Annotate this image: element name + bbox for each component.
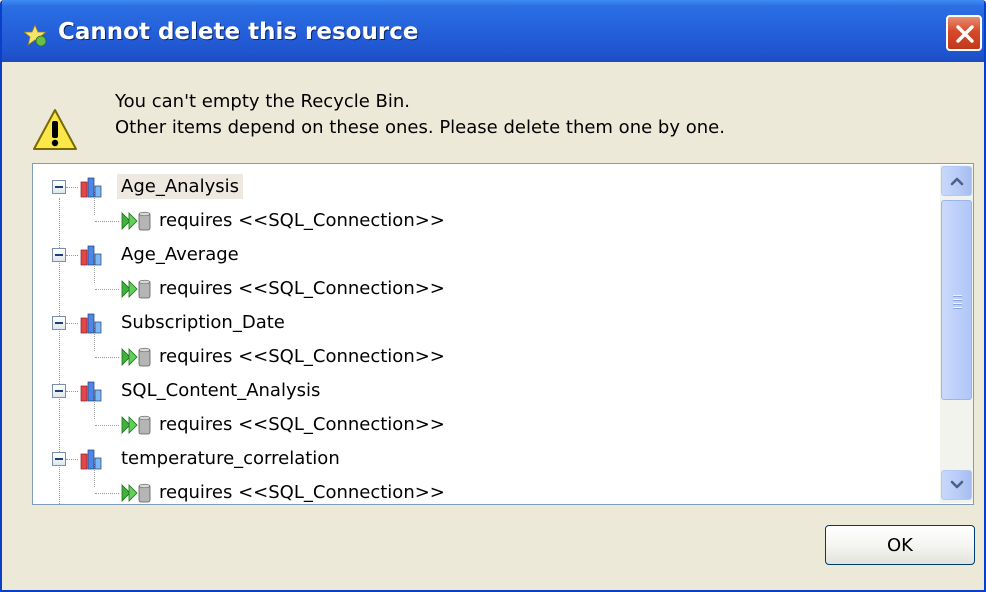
connection-icon	[121, 211, 151, 231]
dialog-window: Cannot delete this resource You can't em…	[0, 0, 986, 592]
ok-button[interactable]: OK	[825, 525, 975, 565]
analysis-chart-icon	[80, 245, 102, 266]
connection-icon	[121, 347, 151, 367]
tree-item[interactable]: Subscription_Date	[33, 306, 938, 340]
vertical-scrollbar[interactable]	[940, 165, 973, 503]
tree-dependency[interactable]: requires <<SQL_Connection>>	[33, 408, 938, 442]
title-bar[interactable]: Cannot delete this resource	[2, 0, 984, 62]
tree-item[interactable]: SQL_Content_Analysis	[33, 374, 938, 408]
tree-item-label: Subscription_Date	[121, 312, 285, 333]
dependency-label: requires <<SQL_Connection>>	[159, 414, 445, 435]
tree-item[interactable]: Age_Analysis	[33, 170, 938, 204]
scroll-thumb[interactable]	[941, 200, 972, 400]
close-icon	[956, 25, 974, 43]
scroll-up-button[interactable]	[941, 166, 972, 196]
tree-item[interactable]: temperature_correlation	[33, 442, 938, 476]
collapse-toggle[interactable]	[52, 248, 66, 262]
connection-icon	[121, 279, 151, 299]
chevron-down-icon	[950, 480, 964, 489]
dependency-label: requires <<SQL_Connection>>	[159, 346, 445, 367]
tree-dependency[interactable]: requires <<SQL_Connection>>	[33, 272, 938, 306]
tree-item[interactable]: Age_Average	[33, 238, 938, 272]
tree-item-label: Age_Analysis	[117, 174, 243, 199]
collapse-toggle[interactable]	[52, 180, 66, 194]
message-line-2: Other items depend on these ones. Please…	[115, 117, 725, 138]
analysis-chart-icon	[80, 313, 102, 334]
message-line-1: You can't empty the Recycle Bin.	[115, 91, 411, 112]
tree-dependency[interactable]: requires <<SQL_Connection>>	[33, 204, 938, 238]
tree-dependency[interactable]: requires <<SQL_Connection>>	[33, 340, 938, 374]
analysis-chart-icon	[80, 177, 102, 198]
analysis-chart-icon	[80, 449, 102, 470]
analysis-chart-icon	[80, 381, 102, 402]
tree-rows: Age_Analysis requires <<SQL_Connection>>	[33, 164, 938, 504]
tree-item-label: temperature_correlation	[121, 448, 340, 469]
collapse-toggle[interactable]	[52, 384, 66, 398]
connection-icon	[121, 415, 151, 435]
dependency-tree[interactable]: Age_Analysis requires <<SQL_Connection>>	[32, 163, 974, 505]
tree-item-label: SQL_Content_Analysis	[121, 380, 321, 401]
collapse-toggle[interactable]	[52, 316, 66, 330]
connection-icon	[121, 483, 151, 503]
dependency-label: requires <<SQL_Connection>>	[159, 278, 445, 299]
app-icon	[24, 24, 48, 47]
tree-dependency[interactable]: requires <<SQL_Connection>>	[33, 476, 938, 504]
collapse-toggle[interactable]	[52, 452, 66, 466]
dialog-title: Cannot delete this resource	[58, 19, 419, 45]
warning-icon	[33, 109, 77, 150]
dependency-label: requires <<SQL_Connection>>	[159, 210, 445, 231]
scroll-down-button[interactable]	[941, 470, 972, 500]
tree-item-label: Age_Average	[121, 244, 239, 265]
chevron-up-icon	[950, 177, 964, 186]
close-button[interactable]	[946, 15, 982, 51]
dependency-label: requires <<SQL_Connection>>	[159, 482, 445, 503]
